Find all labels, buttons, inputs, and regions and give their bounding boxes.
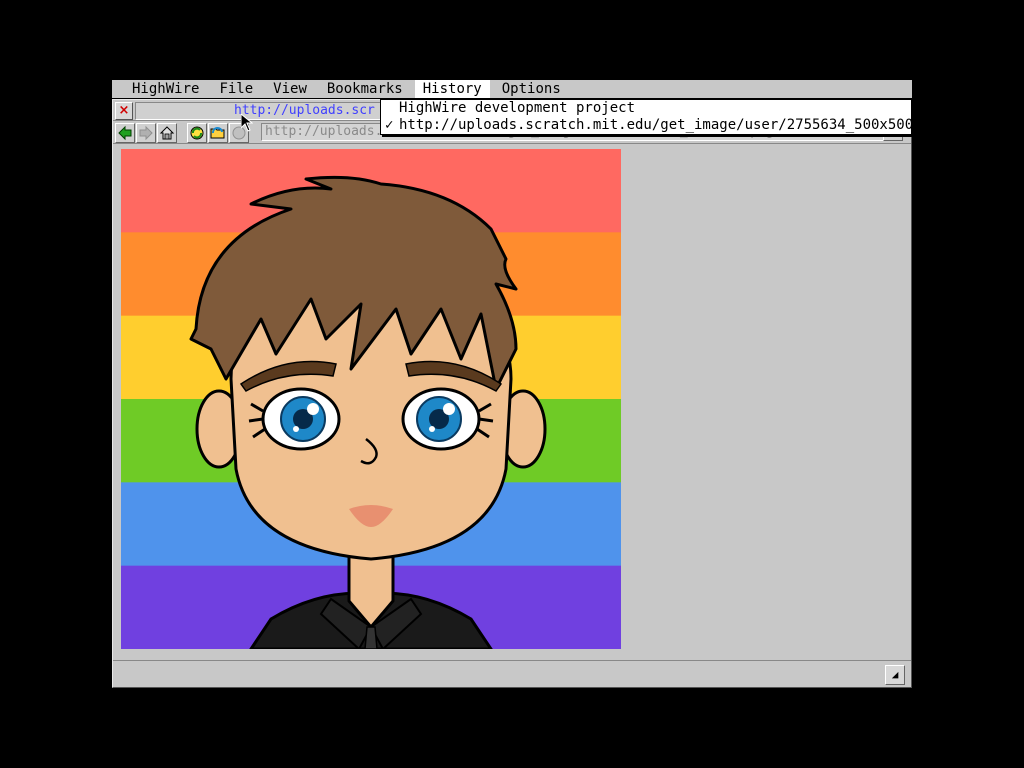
window-title: http://uploads.scr (234, 103, 375, 118)
checkmark-icon: ✓ (385, 117, 394, 133)
open-file-button[interactable] (208, 123, 228, 143)
forward-button[interactable] (136, 123, 156, 143)
menu-highwire[interactable]: HighWire (124, 80, 207, 98)
back-button[interactable] (115, 123, 135, 143)
page-content (115, 145, 909, 659)
resize-handle[interactable]: ◢ (885, 665, 905, 685)
mouse-cursor-icon (241, 114, 253, 132)
history-item-label: HighWire development project (399, 100, 636, 116)
menu-bar: HighWire File View Bookmarks History Opt… (112, 80, 912, 99)
avatar-illustration (121, 149, 621, 651)
history-item-highwire[interactable]: HighWire development project (381, 100, 911, 117)
history-item-label: http://uploads.scratch.mit.edu/get_image… (399, 117, 931, 133)
history-item-current[interactable]: ✓ http://uploads.scratch.mit.edu/get_imag… (381, 117, 930, 134)
reload-icon (190, 126, 204, 140)
back-icon (118, 125, 132, 141)
avatar-image (121, 149, 621, 651)
menu-bookmarks[interactable]: Bookmarks (319, 80, 411, 98)
browser-window: × http://uploads.scr ◢ (112, 99, 912, 688)
menu-options[interactable]: Options (494, 80, 569, 98)
menu-history[interactable]: History (414, 80, 490, 98)
menu-view[interactable]: View (265, 80, 315, 98)
status-bar: ◢ (113, 660, 911, 687)
close-button[interactable]: × (115, 102, 133, 120)
home-icon (159, 126, 175, 140)
menu-file[interactable]: File (211, 80, 261, 98)
home-button[interactable] (157, 123, 177, 143)
open-file-icon (210, 126, 225, 139)
forward-icon (139, 125, 153, 141)
reload-button[interactable] (187, 123, 207, 143)
history-menu: HighWire development project ✓ http://upl… (380, 99, 930, 135)
resize-icon: ◢ (891, 668, 899, 681)
